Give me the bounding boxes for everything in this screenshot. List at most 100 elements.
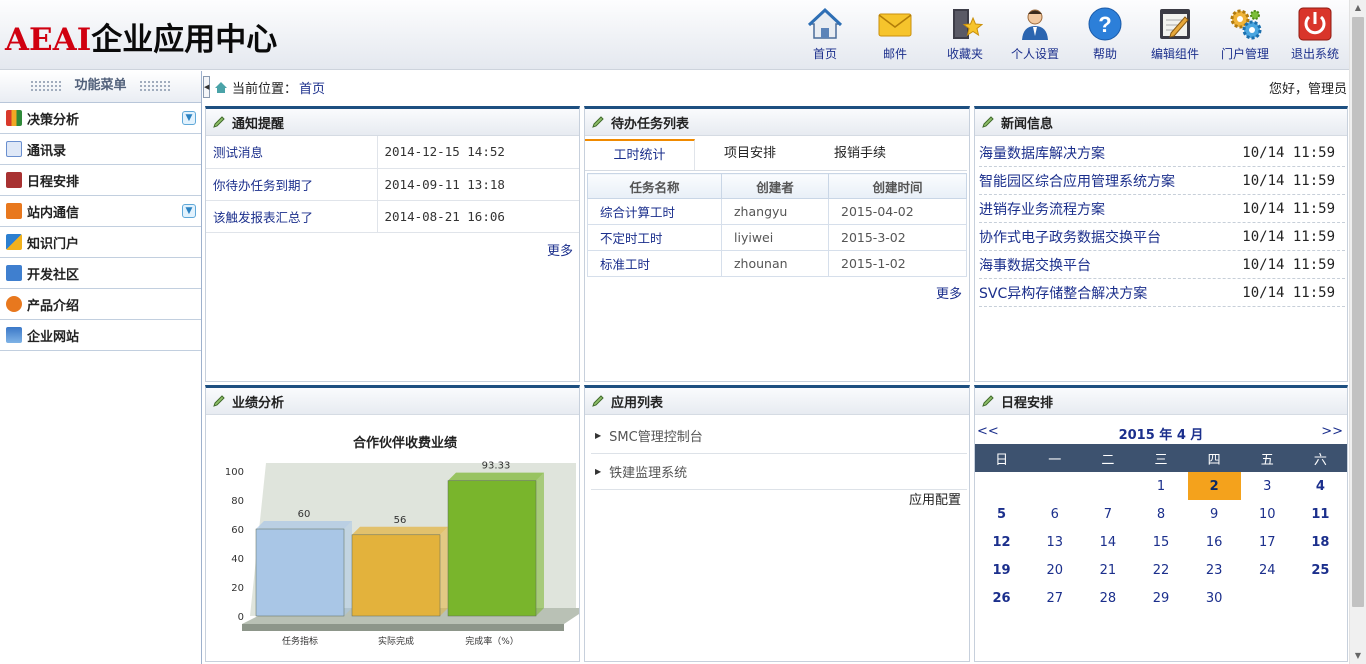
calendar-day[interactable]: 25 <box>1294 556 1347 584</box>
calendar-day[interactable]: 28 <box>1081 584 1134 612</box>
notice-title-link[interactable]: 该触发报表汇总了 <box>206 200 378 233</box>
task-more-link[interactable]: 更多 <box>936 283 962 302</box>
sidebar-item-schedule[interactable]: 日程安排 <box>0 165 201 196</box>
calendar-day[interactable]: 20 <box>1028 556 1081 584</box>
app-config-link[interactable]: 应用配置 <box>909 489 961 508</box>
calendar-next-button[interactable]: >> <box>1321 424 1343 439</box>
toolbar-home-button[interactable]: 首页 <box>790 6 860 62</box>
task-name-link[interactable]: 综合计算工时 <box>587 198 722 225</box>
website-icon <box>6 327 22 343</box>
calendar-day[interactable]: 4 <box>1294 472 1347 500</box>
sidebar-item-address-book[interactable]: 通讯录 <box>0 134 201 165</box>
calendar-day[interactable]: 1 <box>1134 472 1187 500</box>
calendar-day[interactable]: 23 <box>1188 556 1241 584</box>
toolbar-help-button[interactable]: ? 帮助 <box>1070 6 1140 62</box>
toolbar-logout-button[interactable]: 退出系统 <box>1280 6 1350 62</box>
notice-title-link[interactable]: 你待办任务到期了 <box>206 168 378 201</box>
calendar-day[interactable]: 30 <box>1188 584 1241 612</box>
calendar-day[interactable]: 7 <box>1081 500 1134 528</box>
news-title[interactable]: SVC异构存储整合解决方案 <box>979 283 1147 303</box>
performance-panel: 业绩分析 合作伙伴收费业绩 0 20 40 60 80 100 60 任务指标 56 实际完成 93.… <box>205 385 580 662</box>
toolbar-mail-button[interactable]: 邮件 <box>860 6 930 62</box>
calendar-day[interactable]: 17 <box>1241 528 1294 556</box>
scroll-down-icon[interactable]: ▼ <box>1350 648 1366 664</box>
news-item[interactable]: 海量数据库解决方案 10/14 11:59 <box>979 139 1345 167</box>
app-item[interactable]: ▶ SMC管理控制台 <box>591 418 967 454</box>
calendar-day[interactable]: 24 <box>1241 556 1294 584</box>
app-name[interactable]: SMC管理控制台 <box>609 426 703 445</box>
table-row: 不定时工时 liyiwei 2015-3-02 <box>587 224 967 251</box>
column-header[interactable]: 创建时间 <box>828 173 967 199</box>
task-name-link[interactable]: 标准工时 <box>587 250 722 277</box>
calendar-week-row: 1234 <box>975 472 1347 500</box>
news-item[interactable]: 协作式电子政务数据交换平台 10/14 11:59 <box>979 223 1345 251</box>
calendar-day[interactable]: 3 <box>1241 472 1294 500</box>
calendar-day[interactable]: 27 <box>1028 584 1081 612</box>
column-header[interactable]: 创建者 <box>721 173 829 199</box>
app-item[interactable]: ▶ 铁建监理系统 <box>591 454 967 490</box>
x-category-label: 完成率（%） <box>465 635 519 647</box>
toolbar-favorites-button[interactable]: 收藏夹 <box>930 6 1000 62</box>
tab-project-schedule[interactable]: 项目安排 <box>695 139 805 170</box>
app-name[interactable]: 铁建监理系统 <box>609 462 687 481</box>
sidebar-item-product-intro[interactable]: 产品介绍 <box>0 289 201 320</box>
calendar-day[interactable]: 11 <box>1294 500 1347 528</box>
calendar-day[interactable]: 9 <box>1188 500 1241 528</box>
edit-components-icon <box>1157 6 1193 42</box>
toolbar-portal-admin-button[interactable]: 门户管理 <box>1210 6 1280 62</box>
sidebar-item-company-website[interactable]: 企业网站 <box>0 320 201 351</box>
calendar-day[interactable]: 8 <box>1134 500 1187 528</box>
calendar-day[interactable]: 5 <box>975 500 1028 528</box>
calendar-day[interactable]: 18 <box>1294 528 1347 556</box>
expand-icon[interactable]: ▼ <box>182 204 196 218</box>
sidebar-item-dev-community[interactable]: 开发社区 <box>0 258 201 289</box>
calendar-day[interactable]: 16 <box>1188 528 1241 556</box>
sidebar-collapse-handle[interactable]: ◀ <box>203 76 210 98</box>
news-item[interactable]: 智能园区综合应用管理系统方案 10/14 11:59 <box>979 167 1345 195</box>
tab-work-hours[interactable]: 工时统计 <box>585 139 695 170</box>
performance-chart: 合作伙伴收费业绩 0 20 40 60 80 100 60 任务指标 56 实际完成 93.33 完成率… <box>225 435 579 647</box>
news-title[interactable]: 进销存业务流程方案 <box>979 199 1105 219</box>
news-title[interactable]: 协作式电子政务数据交换平台 <box>979 227 1161 247</box>
table-row: 标准工时 zhounan 2015-1-02 <box>587 250 967 277</box>
scrollbar-thumb[interactable] <box>1352 17 1364 607</box>
notice-title-link[interactable]: 测试消息 <box>206 136 378 169</box>
calendar-day[interactable]: 22 <box>1134 556 1187 584</box>
y-tick-label: 100 <box>225 467 244 478</box>
sidebar-item-internal-messages[interactable]: 站内通信 ▼ <box>0 196 201 227</box>
news-title[interactable]: 海量数据库解决方案 <box>979 143 1105 163</box>
tab-reimbursement[interactable]: 报销手续 <box>805 139 915 170</box>
calendar-day[interactable]: 2 <box>1187 472 1241 500</box>
news-title[interactable]: 智能园区综合应用管理系统方案 <box>979 171 1175 191</box>
calendar-day[interactable]: 13 <box>1028 528 1081 556</box>
news-item[interactable]: 海事数据交换平台 10/14 11:59 <box>979 251 1345 279</box>
page-scrollbar[interactable]: ▲ ▼ <box>1349 0 1366 664</box>
panel-title: 日程安排 <box>1001 395 1054 411</box>
news-title[interactable]: 海事数据交换平台 <box>979 255 1091 275</box>
calendar-weekday: 五 <box>1240 444 1294 472</box>
calendar-day[interactable]: 10 <box>1241 500 1294 528</box>
calendar-day[interactable]: 12 <box>975 528 1028 556</box>
toolbar-user-settings-button[interactable]: 个人设置 <box>1000 6 1070 62</box>
news-list: 海量数据库解决方案 10/14 11:59 智能园区综合应用管理系统方案 10/14… <box>979 139 1345 307</box>
sidebar-item-decision-analysis[interactable]: 决策分析 ▼ <box>0 103 201 134</box>
calendar-day[interactable]: 6 <box>1028 500 1081 528</box>
notice-more-link[interactable]: 更多 <box>547 240 573 259</box>
calendar-day[interactable]: 14 <box>1081 528 1134 556</box>
calendar-day[interactable]: 29 <box>1134 584 1187 612</box>
news-item[interactable]: SVC异构存储整合解决方案 10/14 11:59 <box>979 279 1345 307</box>
scroll-up-icon[interactable]: ▲ <box>1350 0 1366 16</box>
column-header[interactable]: 任务名称 <box>587 173 722 199</box>
sidebar-item-knowledge-portal[interactable]: 知识门户 <box>0 227 201 258</box>
calendar-day[interactable]: 26 <box>975 584 1028 612</box>
news-item[interactable]: 进销存业务流程方案 10/14 11:59 <box>979 195 1345 223</box>
task-creator: liyiwei <box>721 224 829 251</box>
task-name-link[interactable]: 不定时工时 <box>587 224 722 251</box>
expand-icon[interactable]: ▼ <box>182 111 196 125</box>
breadcrumb-current[interactable]: 首页 <box>299 78 325 97</box>
toolbar-edit-components-button[interactable]: 编辑组件 <box>1140 6 1210 62</box>
calendar-empty-cell <box>1294 584 1347 612</box>
calendar-day[interactable]: 21 <box>1081 556 1134 584</box>
calendar-day[interactable]: 19 <box>975 556 1028 584</box>
calendar-day[interactable]: 15 <box>1134 528 1187 556</box>
